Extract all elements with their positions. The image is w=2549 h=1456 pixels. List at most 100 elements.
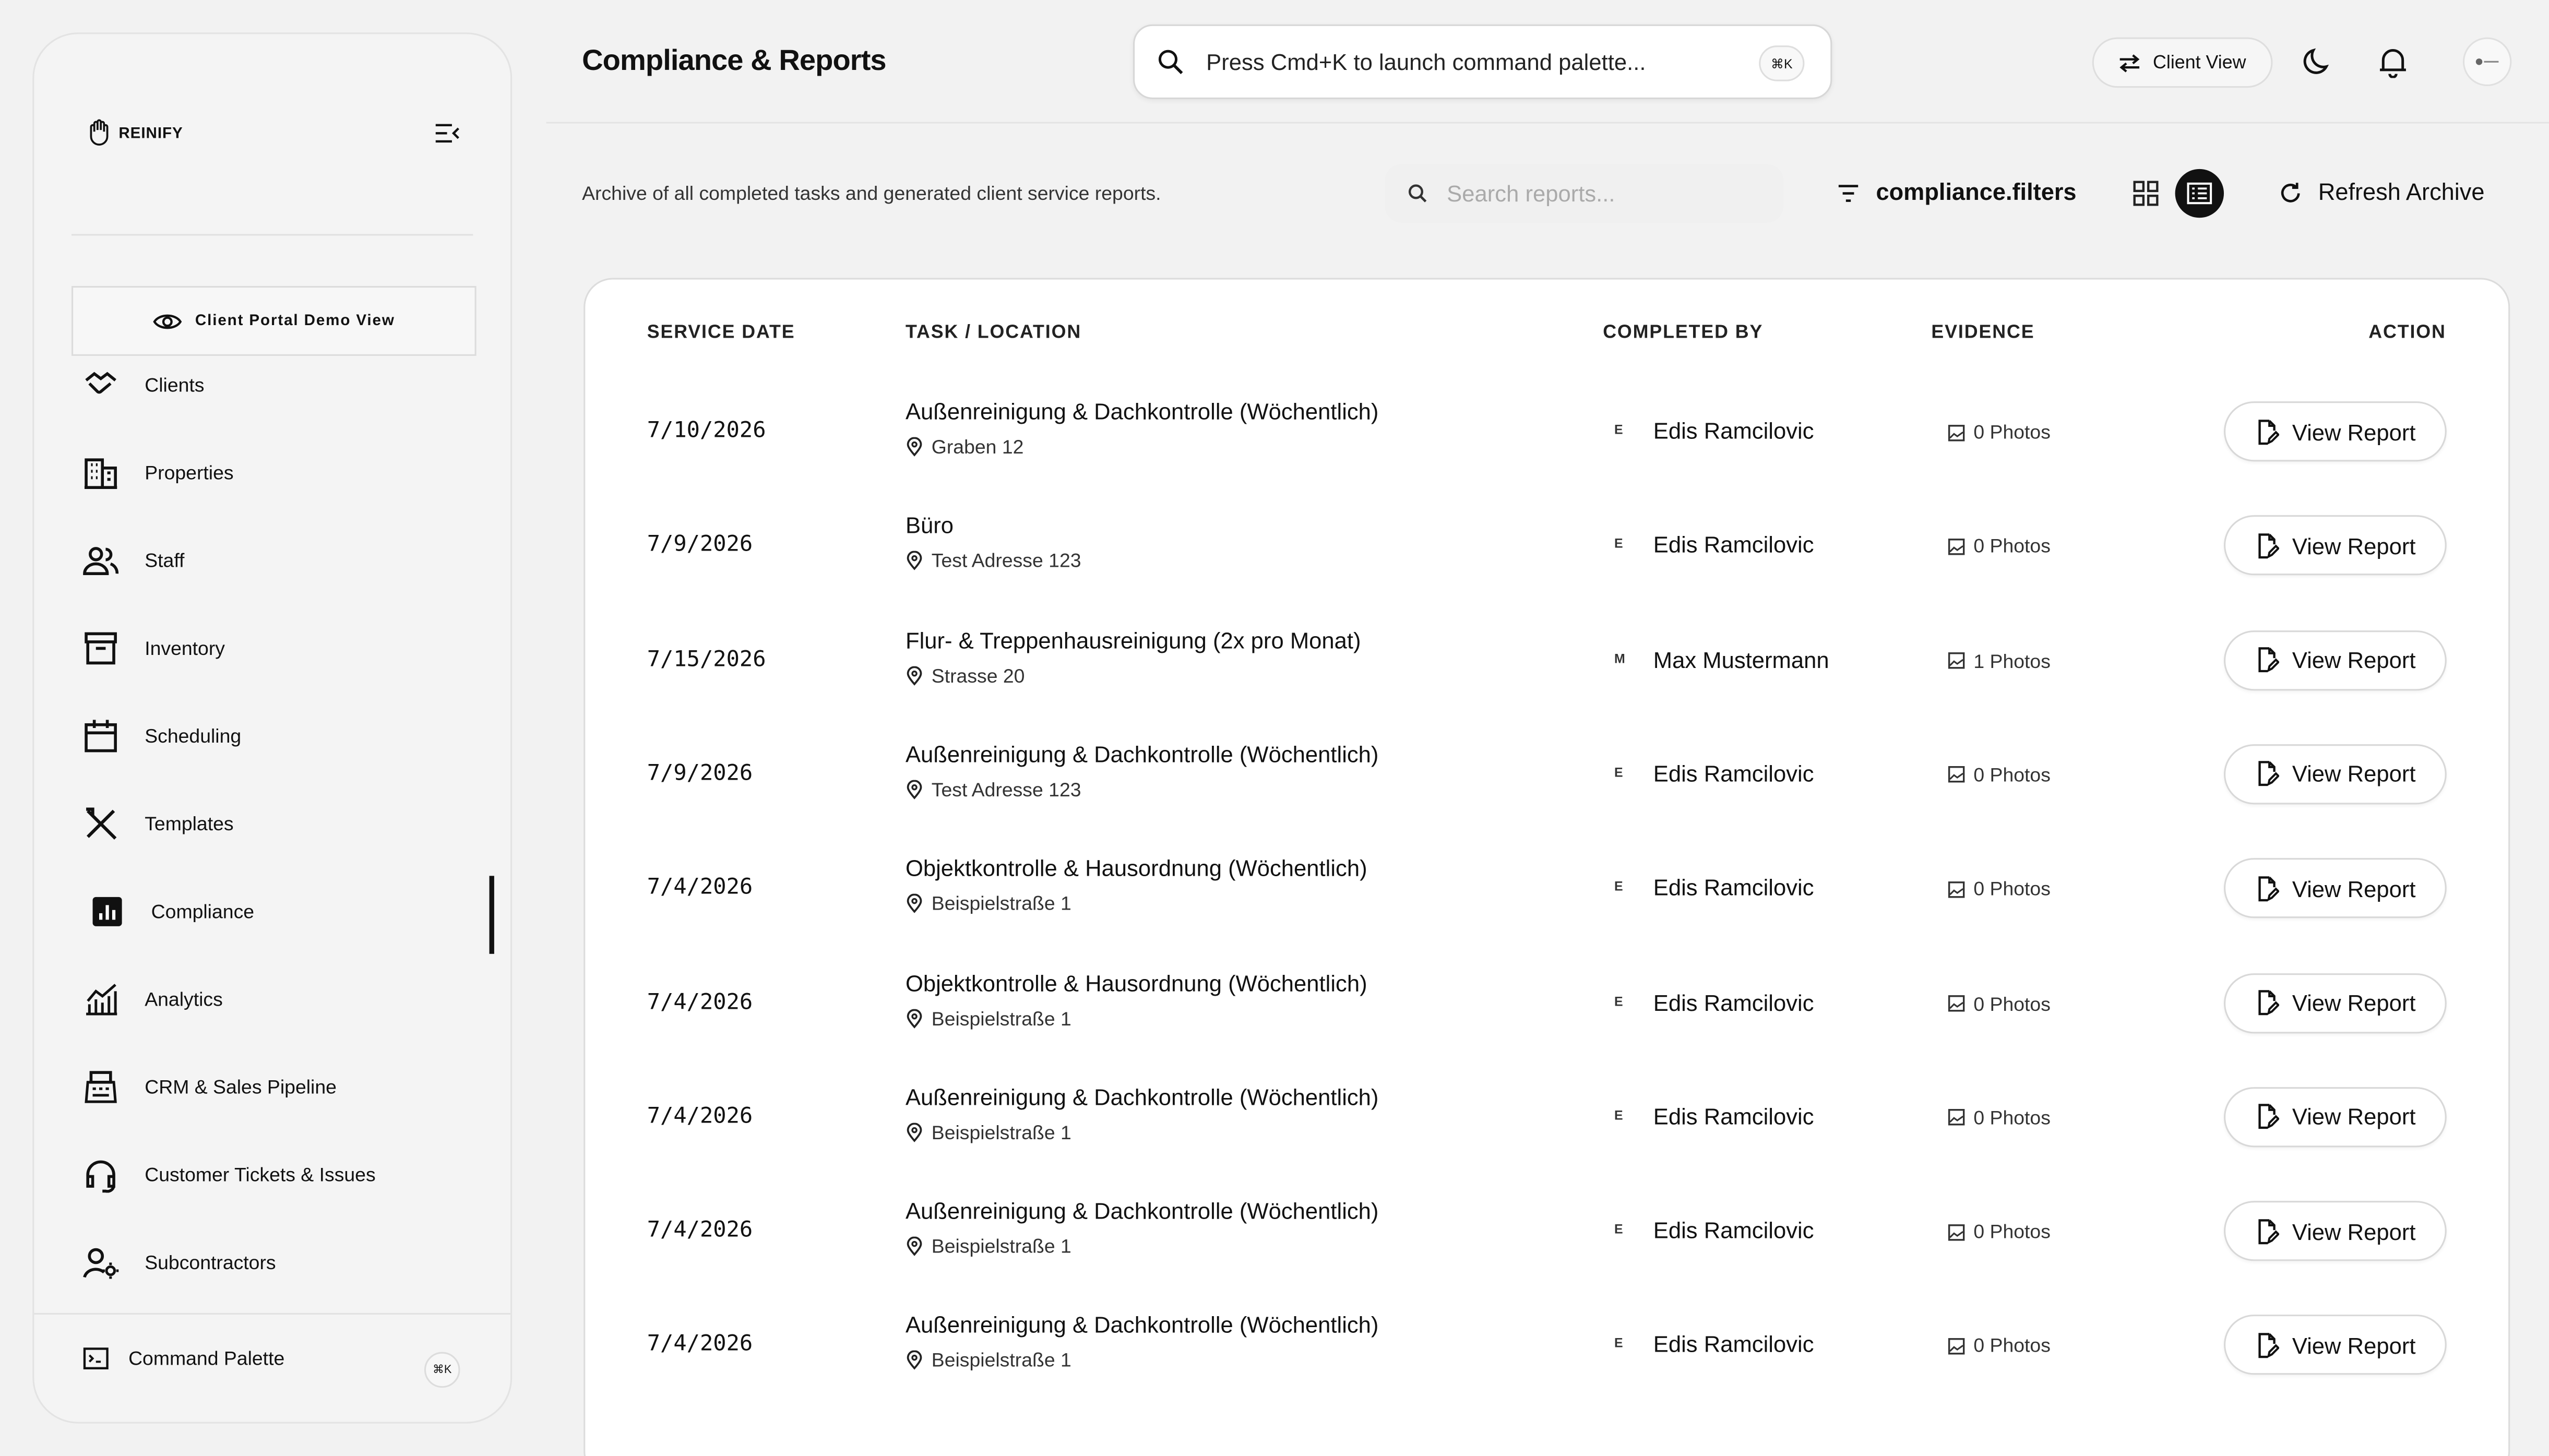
- table-row: 7/4/2026 Außenreinigung & Dachkontrolle (…: [583, 1175, 2510, 1289]
- evidence-count: 0 Photos: [1948, 1106, 2051, 1129]
- sidebar-item-crm[interactable]: CRM & Sales Pipeline: [83, 1058, 490, 1116]
- swap-icon: [2120, 53, 2140, 72]
- command-shortcut-badge: ⌘K: [1759, 45, 1805, 81]
- sidebar-item-staff[interactable]: Staff: [83, 531, 490, 590]
- image-icon: [1948, 1223, 1965, 1240]
- user-initial: E: [1614, 879, 1623, 894]
- brand-logo[interactable]: REINIFY: [86, 118, 183, 148]
- list-view-icon: [2187, 182, 2212, 205]
- table-row: 7/10/2026 Außenreinigung & Dachkontrolle …: [583, 375, 2510, 489]
- service-date: 7/15/2026: [647, 646, 766, 672]
- sidebar-item-clients[interactable]: Clients: [83, 356, 490, 414]
- task-location: Strasse 20: [906, 664, 1025, 687]
- terminal-icon: [83, 1347, 109, 1369]
- collapse-sidebar-icon[interactable]: [434, 122, 460, 145]
- view-report-button[interactable]: View Report: [2224, 629, 2447, 690]
- sidebar-item-compliance[interactable]: Compliance: [89, 882, 496, 941]
- sidebar-item-scheduling[interactable]: Scheduling: [83, 707, 490, 766]
- task-name: Außenreinigung & Dachkontrolle (Wöchentl…: [905, 398, 1379, 424]
- report-icon: [2258, 1104, 2279, 1130]
- view-report-button[interactable]: View Report: [2224, 401, 2447, 462]
- portal-button-label: Client Portal Demo View: [195, 312, 395, 330]
- view-report-label: View Report: [2292, 1332, 2416, 1358]
- user-initial: E: [1614, 765, 1623, 780]
- location-pin-icon: [907, 1123, 922, 1142]
- refresh-archive-button[interactable]: Refresh Archive: [2260, 168, 2504, 220]
- sidebar-item-templates[interactable]: Templates: [83, 795, 490, 853]
- table-row: 7/4/2026 Objektkontrolle & Hausordnung (W…: [583, 832, 2510, 946]
- avatar[interactable]: [2462, 37, 2512, 87]
- command-search-bar[interactable]: Press Cmd+K to launch command palette...…: [1133, 24, 1832, 99]
- report-search-input[interactable]: Search reports...: [1385, 164, 1783, 223]
- view-report-button[interactable]: View Report: [2224, 515, 2447, 576]
- view-report-label: View Report: [2292, 1218, 2416, 1244]
- user-initial: E: [1614, 994, 1623, 1009]
- search-icon: [1158, 50, 1183, 75]
- command-palette-link[interactable]: Command Palette: [83, 1347, 284, 1370]
- task-name: Außenreinigung & Dachkontrolle (Wöchentl…: [905, 1312, 1379, 1338]
- service-date: 7/10/2026: [647, 417, 766, 444]
- service-date: 7/9/2026: [647, 532, 753, 558]
- sidebar-item-label: Clients: [145, 374, 205, 397]
- location-text: Test Adresse 123: [931, 550, 1081, 572]
- view-report-label: View Report: [2292, 647, 2416, 673]
- client-view-button[interactable]: Client View: [2092, 37, 2273, 88]
- view-report-button[interactable]: View Report: [2224, 858, 2447, 918]
- image-icon: [1948, 1338, 1965, 1355]
- view-report-label: View Report: [2292, 1104, 2416, 1130]
- task-location: Beispielstraße 1: [906, 1235, 1071, 1258]
- bell-icon[interactable]: [2377, 45, 2409, 78]
- avatar-logo-icon: [2475, 58, 2499, 65]
- brand-name: REINIFY: [118, 124, 183, 142]
- table-row: 7/4/2026 Objektkontrolle & Hausordnung (W…: [583, 947, 2510, 1060]
- view-report-button[interactable]: View Report: [2224, 744, 2447, 804]
- completed-by: Edis Ramcilovic: [1653, 760, 1814, 786]
- client-view-label: Client View: [2153, 53, 2246, 73]
- evidence-text: 0 Photos: [1973, 763, 2051, 786]
- filters-button[interactable]: compliance.filters: [1817, 168, 2096, 220]
- location-pin-icon: [907, 894, 922, 914]
- client-portal-demo-button[interactable]: Client Portal Demo View: [72, 286, 477, 356]
- task-location: Beispielstraße 1: [906, 1007, 1071, 1030]
- user-initial: E: [1614, 536, 1623, 552]
- sidebar-item-analytics[interactable]: Analytics: [83, 970, 490, 1029]
- table-row: 7/4/2026 Außenreinigung & Dachkontrolle (…: [583, 1289, 2510, 1403]
- refresh-label: Refresh Archive: [2318, 180, 2485, 207]
- eye-icon: [153, 314, 182, 328]
- view-report-button[interactable]: View Report: [2224, 1201, 2447, 1261]
- completed-by: Edis Ramcilovic: [1653, 1103, 1814, 1129]
- grid-view-icon[interactable]: [2129, 177, 2162, 209]
- sidebar-item-tickets[interactable]: Customer Tickets & Issues: [83, 1145, 490, 1204]
- evidence-text: 1 Photos: [1973, 649, 2051, 672]
- sidebar-item-label: Inventory: [145, 637, 225, 660]
- task-name: Außenreinigung & Dachkontrolle (Wöchentl…: [905, 1198, 1379, 1224]
- service-date: 7/4/2026: [647, 1331, 753, 1358]
- view-report-button[interactable]: View Report: [2224, 972, 2447, 1033]
- view-report-button[interactable]: View Report: [2224, 1087, 2447, 1147]
- table-row: 7/9/2026 Büro Test Adresse 123 E Edis Ramcil…: [583, 490, 2510, 603]
- view-report-button[interactable]: View Report: [2224, 1315, 2447, 1376]
- task-name: Außenreinigung & Dachkontrolle (Wöchentl…: [905, 1083, 1379, 1110]
- evidence-count: 0 Photos: [1948, 1221, 2051, 1243]
- user-initial: M: [1614, 651, 1625, 666]
- sidebar-item-label: Staff: [145, 549, 185, 572]
- filters-label: compliance.filters: [1876, 180, 2077, 207]
- task-location: Test Adresse 123: [906, 550, 1081, 572]
- sidebar-item-properties[interactable]: Properties: [83, 444, 490, 502]
- completed-by: Edis Ramcilovic: [1653, 874, 1814, 901]
- service-date: 7/4/2026: [647, 874, 753, 901]
- moon-icon[interactable]: [2302, 45, 2334, 78]
- sidebar-item-label: Compliance: [151, 900, 255, 923]
- user-gear-icon: [83, 1248, 119, 1279]
- evidence-count: 0 Photos: [1948, 1335, 2051, 1357]
- sidebar-item-inventory[interactable]: Inventory: [83, 619, 490, 677]
- sidebar-item-subcontractors[interactable]: Subcontractors: [83, 1233, 490, 1292]
- list-view-button[interactable]: [2175, 169, 2224, 218]
- sidebar: REINIFY Client Portal Demo View Clients …: [32, 32, 513, 1424]
- command-palette-label: Command Palette: [128, 1347, 285, 1370]
- sidebar-item-label: Properties: [145, 461, 234, 484]
- task-location: Beispielstraße 1: [906, 1350, 1071, 1372]
- chart-square-icon: [92, 897, 122, 926]
- user-initial: E: [1614, 1336, 1623, 1351]
- task-location: Beispielstraße 1: [906, 1121, 1071, 1143]
